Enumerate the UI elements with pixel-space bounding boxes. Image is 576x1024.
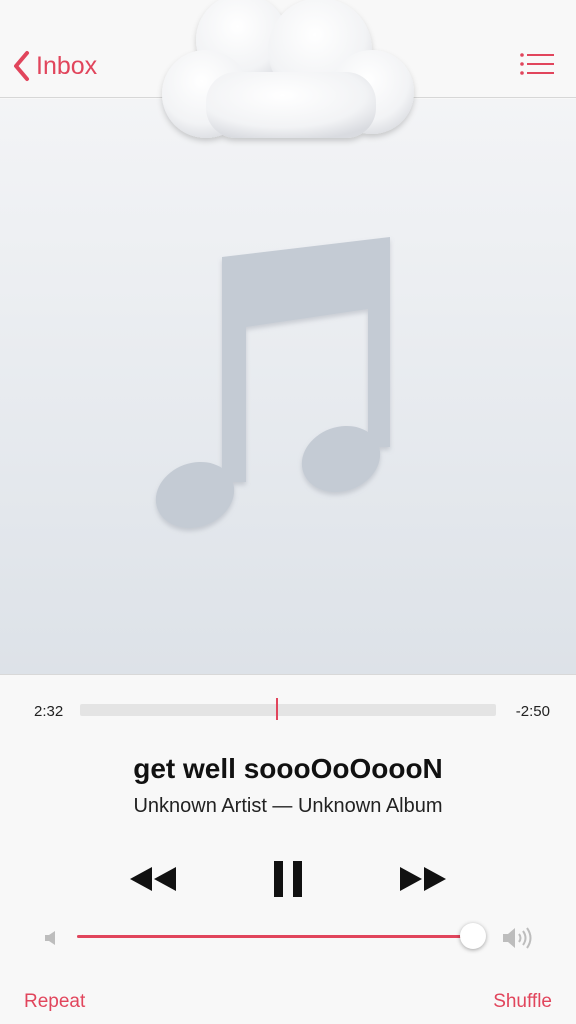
repeat-button[interactable]: Repeat [24, 991, 85, 1013]
back-button[interactable]: Inbox [12, 44, 97, 88]
cloud-emoji [162, 0, 414, 138]
rewind-icon[interactable] [128, 865, 178, 893]
chevron-left-icon [14, 51, 29, 81]
track-title: get well soooOoOoooN [133, 753, 443, 784]
volume-slider[interactable] [77, 923, 486, 949]
list-icon[interactable] [520, 52, 554, 76]
shuffle-button[interactable]: Shuffle [493, 991, 552, 1013]
volume-fill [77, 935, 473, 938]
elapsed-time: 2:32 [34, 703, 64, 720]
player-controls: 2:32 -2:50 get well soooOoOoooN Unknown … [0, 674, 576, 1024]
track-subtitle: Unknown Artist — Unknown Album [133, 795, 443, 817]
remaining-time: -2:50 [515, 703, 550, 720]
pause-icon[interactable] [272, 859, 304, 899]
music-note-icon [155, 237, 390, 529]
volume-knob[interactable] [459, 923, 486, 949]
album-artwork [0, 99, 576, 674]
progress-scrubber[interactable] [80, 698, 496, 720]
volume-low-icon [45, 931, 55, 945]
back-label: Inbox [36, 51, 98, 80]
fast-forward-icon[interactable] [398, 865, 448, 893]
playhead[interactable] [275, 698, 278, 720]
volume-high-icon [503, 927, 532, 949]
